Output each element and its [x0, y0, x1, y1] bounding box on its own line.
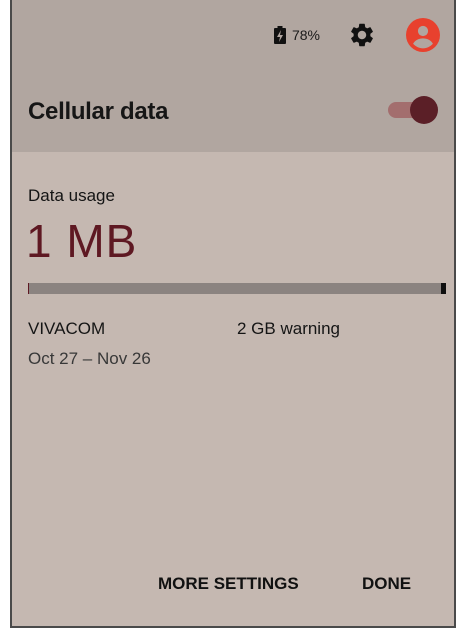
battery-percent: 78% [291, 27, 320, 43]
usage-limit-marker [441, 283, 446, 294]
battery-indicator: 78% [273, 26, 320, 44]
status-bar: 78% [273, 18, 440, 52]
usage-progress-bar [28, 283, 446, 294]
carrier-name: VIVACOM [28, 319, 106, 338]
data-usage-value: 1 MB [26, 215, 138, 267]
account-circle-icon [406, 18, 440, 52]
account-button[interactable] [406, 18, 440, 52]
gear-icon [351, 23, 373, 47]
battery-charging-icon [273, 26, 286, 44]
toggle-thumb [410, 96, 438, 124]
data-usage-label: Data usage [28, 186, 115, 205]
data-warning: 2 GB warning [237, 319, 340, 338]
billing-period: Oct 27 – Nov 26 [28, 349, 151, 368]
panel-title: Cellular data [28, 98, 169, 125]
settings-button[interactable] [348, 21, 376, 49]
panel-header: 78% Cellular data [12, 0, 454, 152]
cellular-data-panel: 78% Cellular data Data usage 1 MB VIVACO… [10, 0, 456, 628]
done-button[interactable]: DONE [362, 574, 411, 594]
more-settings-button[interactable]: MORE SETTINGS [158, 574, 299, 594]
cellular-data-toggle[interactable] [388, 96, 438, 124]
